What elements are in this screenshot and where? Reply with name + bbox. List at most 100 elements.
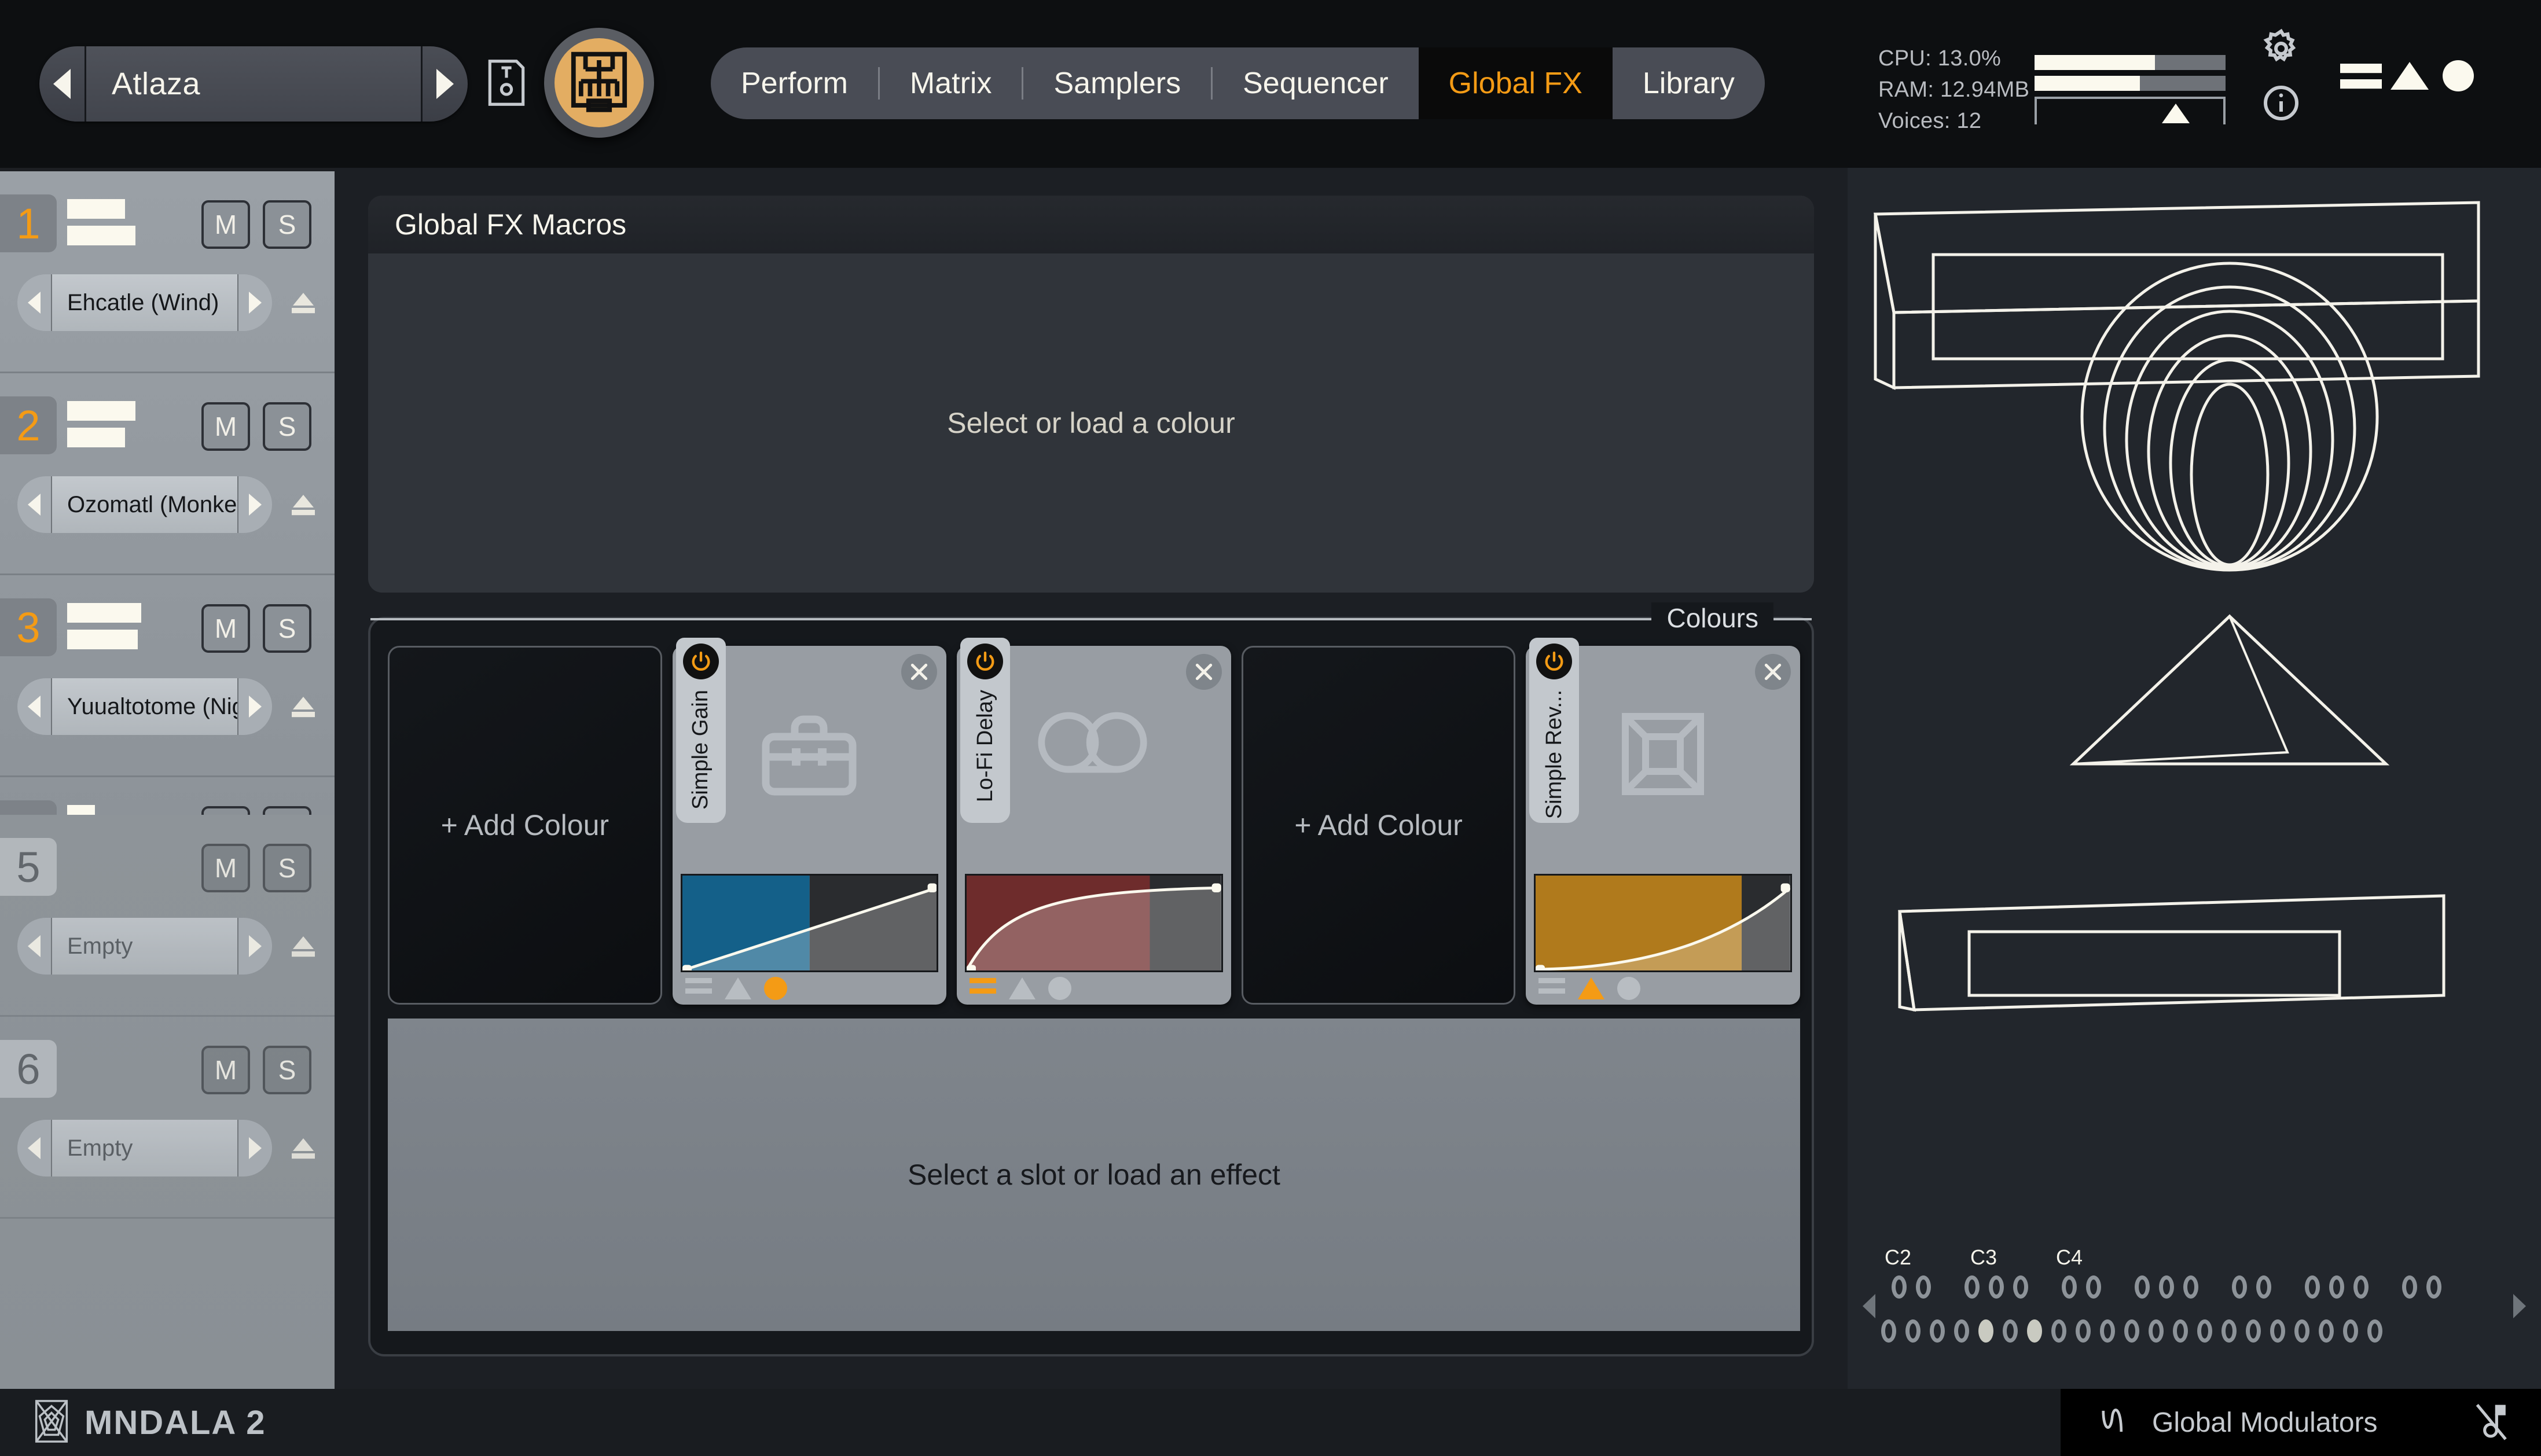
channel-row[interactable]: 6 M S Empty [0,1017,335,1219]
preset-name-field[interactable]: Atlaza [85,46,423,122]
add-colour-slot[interactable]: + Add Colour [388,646,662,1005]
tab-matrix[interactable]: Matrix [880,47,1022,119]
eject-icon[interactable] [289,932,317,961]
colour-curve-graph[interactable] [680,874,939,972]
black-key[interactable] [2329,1275,2344,1299]
colour-curve-graph[interactable] [965,874,1223,972]
white-key[interactable] [1978,1319,1993,1343]
channel-preset-selector[interactable]: Ehcatle (Wind) [17,274,272,331]
eject-icon[interactable] [289,692,317,721]
white-key[interactable] [2294,1319,2309,1343]
white-key-row[interactable] [1881,1319,2392,1343]
channel-mute-button[interactable]: M [201,1046,250,1094]
white-key[interactable] [2149,1319,2164,1343]
channel-row[interactable]: 3 MS Yuualtotome (Nig... [0,575,335,777]
window-shape-buttons[interactable] [2338,53,2481,101]
channel-preset-name[interactable]: Yuualtotome (Nig... [51,678,238,735]
mini-keyboard[interactable]: C2 C3 C4 [1861,1245,2527,1350]
black-key[interactable] [2256,1275,2271,1299]
gear-icon[interactable] [2260,28,2302,69]
preset-next-button[interactable] [423,46,468,122]
tab-library[interactable]: Library [1613,47,1765,119]
dot-mode-icon[interactable] [1048,977,1072,1000]
channel-preset-selector[interactable]: Empty [17,918,272,975]
tab-global-fx[interactable]: Global FX [1418,47,1613,119]
bars-mode-icon[interactable] [970,978,997,999]
black-key[interactable] [2062,1275,2077,1299]
black-key[interactable] [2232,1275,2247,1299]
black-key[interactable] [2183,1275,2198,1299]
voice-slider[interactable] [2035,97,2226,124]
white-key[interactable] [1954,1319,1969,1343]
white-key[interactable] [2367,1319,2382,1343]
channel-solo-button[interactable]: S [263,844,311,892]
white-key[interactable] [2124,1319,2139,1343]
channel-solo-button[interactable]: S [263,604,311,653]
keyboard-prev-button[interactable] [1861,1293,1877,1322]
channel-prev-button[interactable] [17,1120,51,1176]
channel-mute-button[interactable]: M [201,604,250,653]
triangle-mode-icon[interactable] [1009,977,1036,999]
preset-prev-button[interactable] [39,46,85,122]
app-logo[interactable] [544,28,654,138]
channel-row[interactable]: 2 M S Ozomatl (Monkey) [0,373,335,575]
black-key[interactable] [2305,1275,2320,1299]
save-disk-icon[interactable] [486,58,527,108]
white-key[interactable] [2319,1319,2334,1343]
white-key[interactable] [2343,1319,2358,1343]
channel-prev-button[interactable] [17,476,51,533]
eject-icon[interactable] [289,1134,317,1163]
colour-slot[interactable]: Simple Rev... [1526,638,1800,1005]
black-key[interactable] [1892,1275,1907,1299]
global-modulators-bar[interactable]: Global Modulators [2061,1389,2541,1456]
triangle-icon[interactable] [2387,53,2432,101]
black-key-row[interactable] [1892,1275,2451,1299]
channel-preset-name[interactable]: Ozomatl (Monkey) [51,476,238,533]
white-key[interactable] [2051,1319,2066,1343]
black-key[interactable] [2159,1275,2174,1299]
white-key[interactable] [2221,1319,2237,1343]
info-icon[interactable] [2260,82,2302,124]
note-muted-icon[interactable] [2473,1401,2509,1444]
channel-preset-selector[interactable]: Ozomatl (Monkey) [17,476,272,533]
white-key[interactable] [1905,1319,1921,1343]
triangle-mode-icon[interactable] [724,977,751,999]
colour-slot[interactable]: Lo-Fi Delay [957,638,1231,1005]
tab-perform[interactable]: Perform [711,47,878,119]
black-key[interactable] [2426,1275,2441,1299]
white-key[interactable] [2197,1319,2212,1343]
channel-preset-selector[interactable]: Yuualtotome (Nig... [17,678,272,735]
black-key[interactable] [1989,1275,2004,1299]
close-x-icon[interactable] [901,654,938,690]
main-tab-bar[interactable]: Perform Matrix Samplers Sequencer Global… [711,47,1765,119]
tab-sequencer[interactable]: Sequencer [1213,47,1419,119]
channel-mute-button[interactable]: M [201,402,250,451]
eject-icon[interactable] [289,490,317,519]
black-key[interactable] [2402,1275,2417,1299]
channel-next-button[interactable] [238,1120,272,1176]
channel-solo-button[interactable]: S [263,1046,311,1094]
power-icon[interactable] [967,644,1004,679]
channel-preset-name[interactable]: Empty [51,1120,238,1176]
equals-bars-icon[interactable] [2338,53,2384,101]
eject-icon[interactable] [289,288,317,317]
close-x-icon[interactable] [1185,654,1222,690]
black-key[interactable] [2086,1275,2101,1299]
channel-solo-button[interactable]: S [263,402,311,451]
colour-curve-graph[interactable] [1534,874,1792,972]
triangle-mode-icon[interactable] [1578,977,1605,999]
black-key[interactable] [2135,1275,2150,1299]
white-key[interactable] [2270,1319,2285,1343]
channel-prev-button[interactable] [17,918,51,975]
channel-preset-selector[interactable]: Empty [17,1120,272,1176]
channel-next-button[interactable] [238,274,272,331]
bars-mode-icon[interactable] [1538,978,1566,999]
white-key[interactable] [1881,1319,1896,1343]
black-key[interactable] [2013,1275,2028,1299]
add-colour-slot[interactable]: + Add Colour [1241,646,1516,1005]
channel-row[interactable]: 1 M S Ehcatle (Wind) [0,171,335,373]
black-key[interactable] [2353,1275,2369,1299]
channel-next-button[interactable] [238,678,272,735]
channel-preset-name[interactable]: Ehcatle (Wind) [51,274,238,331]
preset-selector[interactable]: Atlaza [39,46,468,122]
